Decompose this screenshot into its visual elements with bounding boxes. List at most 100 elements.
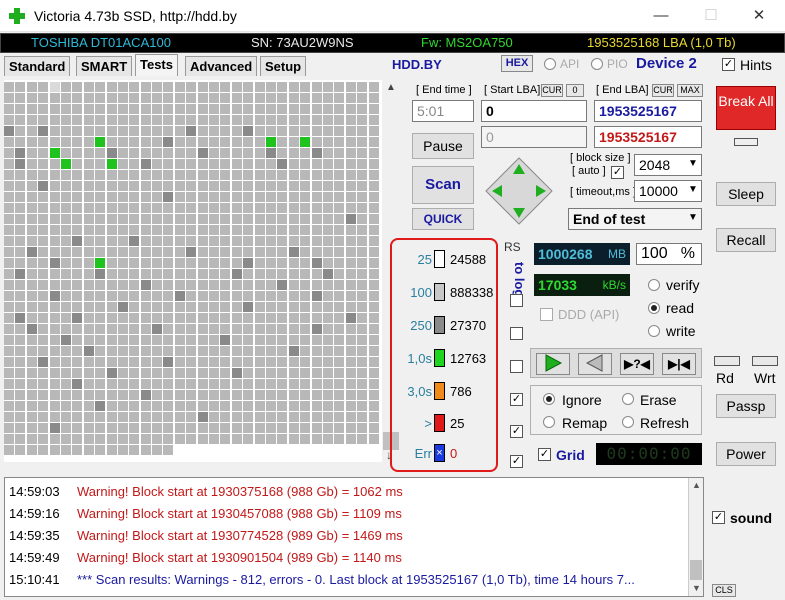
direction-pad-icon[interactable] bbox=[484, 156, 554, 226]
grid-checkbox[interactable]: ✓ bbox=[538, 448, 551, 461]
random-seek-button[interactable]: ▶?◀ bbox=[620, 353, 654, 375]
erase-radio[interactable] bbox=[622, 393, 634, 405]
speed-display: 17033 kB/s bbox=[534, 274, 630, 296]
erase-label: Erase bbox=[640, 392, 677, 408]
legend-count: 27370 bbox=[450, 318, 487, 333]
sound-checkbox[interactable]: ✓ bbox=[712, 511, 725, 524]
close-button[interactable]: ✕ bbox=[736, 0, 782, 32]
api-radio bbox=[544, 58, 556, 70]
device-label: Device 2 bbox=[636, 55, 697, 72]
title-bar: Victoria 4.73b SSD, http://hdd.by — ☐ ✕ bbox=[0, 0, 785, 32]
start-cur-button[interactable]: CUR bbox=[541, 84, 563, 97]
legend-label: 100 bbox=[410, 285, 432, 300]
api-label: API bbox=[560, 57, 580, 71]
ignore-radio[interactable] bbox=[543, 393, 555, 405]
log-message: *** Scan results: Warnings - 812, errors… bbox=[77, 572, 635, 587]
log-scroll-thumb[interactable] bbox=[690, 560, 702, 580]
speed-unit: kB/s bbox=[602, 278, 626, 292]
legend-label: Err bbox=[414, 446, 432, 461]
sleep-button[interactable]: Sleep bbox=[716, 182, 776, 206]
log-checkbox[interactable]: ✓ bbox=[510, 425, 523, 438]
quick-button[interactable]: QUICK bbox=[412, 208, 474, 230]
power-button[interactable]: Power bbox=[716, 442, 776, 466]
break-all-button[interactable]: Break All bbox=[716, 86, 776, 130]
passp-button[interactable]: Passp bbox=[716, 394, 776, 418]
scroll-up-icon[interactable]: ▲ bbox=[386, 82, 396, 93]
verify-label: verify bbox=[666, 277, 700, 293]
drive-info-bar: TOSHIBA DT01ACA100 SN: 73AU2W9NS Fw: MS2… bbox=[0, 33, 785, 53]
wrt-indicator bbox=[752, 356, 778, 366]
end-lba-field[interactable]: 1953525167 bbox=[594, 100, 702, 122]
log-entry: 14:59:16 Warning! Block start at 19304570… bbox=[9, 504, 402, 524]
timeout-chevron-icon: ▼ bbox=[688, 184, 698, 195]
percent-value: 100 bbox=[641, 245, 668, 262]
hddby-link[interactable]: HDD.BY bbox=[392, 57, 442, 72]
auto-checkbox[interactable]: ✓ bbox=[611, 166, 624, 179]
start-lba-second: 0 bbox=[481, 126, 587, 148]
log-message: Warning! Block start at 1930375168 (988 … bbox=[77, 484, 403, 499]
log-entry: 14:59:35 Warning! Block start at 19307745… bbox=[9, 526, 403, 546]
legend-count: 0 bbox=[450, 446, 458, 461]
legend-color-swatch bbox=[434, 250, 445, 268]
log-checkbox[interactable]: ✓ bbox=[510, 393, 523, 406]
tab-setup[interactable]: Setup bbox=[260, 56, 307, 76]
tab-tests[interactable]: Tests bbox=[135, 54, 178, 76]
legend-label: 3,0s bbox=[407, 384, 432, 399]
log-entry: 15:10:41 *** Scan results: Warnings - 812… bbox=[9, 570, 635, 590]
remap-radio[interactable] bbox=[543, 416, 555, 428]
minimize-button[interactable]: — bbox=[638, 0, 684, 32]
break-indicator bbox=[734, 138, 758, 146]
log-time: 14:59:49 bbox=[9, 550, 60, 565]
pause-button[interactable]: Pause bbox=[412, 133, 474, 159]
log-checkbox[interactable] bbox=[510, 294, 523, 307]
hex-button[interactable]: HEX bbox=[501, 55, 533, 72]
end-cur-button[interactable]: CUR bbox=[652, 84, 674, 97]
butterfly-button[interactable]: ▶|◀ bbox=[662, 353, 696, 375]
legend-color-swatch bbox=[434, 414, 445, 432]
maximize-button: ☐ bbox=[704, 7, 718, 24]
hints-label: Hints bbox=[740, 57, 772, 73]
log-scroll-up-icon[interactable]: ▲ bbox=[692, 480, 701, 490]
tab-advanced[interactable]: Advanced bbox=[185, 56, 258, 76]
drive-firmware: Fw: MS2OA750 bbox=[421, 35, 513, 50]
percent-display: 100 % bbox=[636, 243, 702, 265]
drive-serial: SN: 73AU2W9NS bbox=[251, 35, 354, 50]
log-time: 15:10:41 bbox=[9, 572, 60, 587]
ddd-checkbox bbox=[540, 308, 553, 321]
read-radio[interactable] bbox=[648, 302, 660, 314]
scan-button[interactable]: Scan bbox=[412, 166, 474, 204]
log-checkbox[interactable]: ✓ bbox=[510, 455, 523, 468]
hints-checkbox[interactable]: ✓ bbox=[722, 58, 735, 71]
verify-radio[interactable] bbox=[648, 279, 660, 291]
green-cross-icon bbox=[9, 8, 25, 24]
timeout-label: [ timeout,ms ] bbox=[570, 186, 637, 198]
rd-label: Rd bbox=[716, 370, 734, 386]
start-lba-field[interactable]: 0 bbox=[481, 100, 587, 122]
end-time-field[interactable]: 5:01 bbox=[412, 100, 474, 122]
log-entry: 14:59:03 Warning! Block start at 19303751… bbox=[9, 482, 403, 502]
write-radio[interactable] bbox=[648, 325, 660, 337]
pio-radio bbox=[591, 58, 603, 70]
log-checkbox[interactable] bbox=[510, 360, 523, 373]
cls-button[interactable]: CLS bbox=[712, 584, 736, 597]
end-lba-second[interactable]: 1953525167 bbox=[594, 126, 702, 148]
mb-display: 1000268 MB bbox=[534, 243, 630, 265]
read-label: read bbox=[666, 300, 695, 316]
log-time: 14:59:03 bbox=[9, 484, 60, 499]
log-checkbox[interactable] bbox=[510, 327, 523, 340]
drive-model: TOSHIBA DT01ACA100 bbox=[31, 35, 171, 50]
log-scrollbar[interactable]: ▲ ▼ bbox=[688, 478, 703, 596]
tab-smart[interactable]: SMART bbox=[76, 56, 133, 76]
rewind-button[interactable] bbox=[578, 353, 612, 375]
end-action-chevron-icon: ▼ bbox=[688, 212, 698, 223]
play-button[interactable] bbox=[536, 353, 570, 375]
log-scroll-down-icon[interactable]: ▼ bbox=[692, 583, 701, 593]
refresh-radio[interactable] bbox=[622, 416, 634, 428]
tab-standard[interactable]: Standard bbox=[4, 56, 71, 76]
block-grid bbox=[4, 82, 380, 460]
max-button[interactable]: MAX bbox=[677, 84, 703, 97]
grid-label: Grid bbox=[556, 447, 585, 463]
end-action-select[interactable]: End of test bbox=[568, 208, 702, 230]
legend-label: > bbox=[424, 416, 432, 431]
recall-button[interactable]: Recall bbox=[716, 228, 776, 252]
